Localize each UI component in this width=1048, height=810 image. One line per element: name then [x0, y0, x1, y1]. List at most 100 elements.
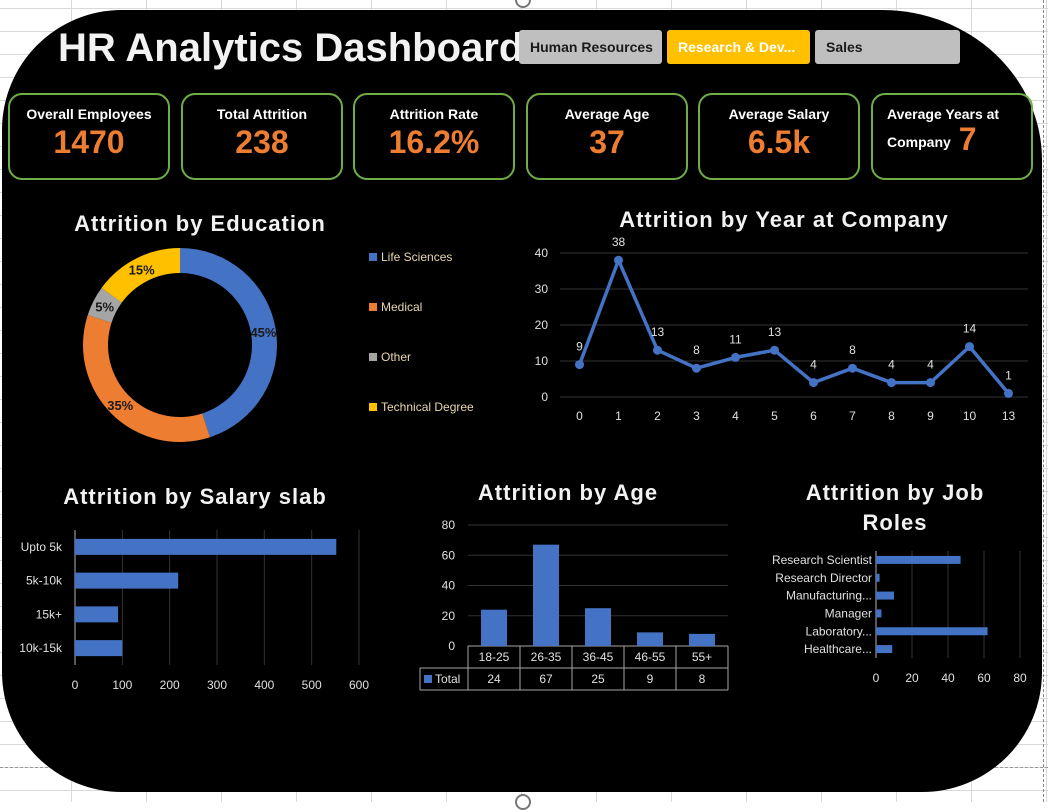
kpi-overall-employees: Overall Employees 1470: [8, 93, 170, 180]
kpi-value: 1470: [53, 124, 125, 160]
legend-item-technical-degree[interactable]: Technical Degree: [369, 400, 474, 414]
jobroles-chart-title: Attrition by Job Roles: [770, 478, 1020, 538]
legend-item-medical[interactable]: Medical: [369, 300, 422, 314]
legend-label: Life Sciences: [381, 250, 453, 264]
x-tick-label: 5: [771, 409, 778, 423]
table-series-name: Total: [435, 672, 460, 686]
x-tick-label: 0: [873, 671, 880, 685]
x-tick-label: 8: [888, 409, 895, 423]
donut-data-label: 5%: [95, 300, 114, 315]
x-tick-label: 9: [927, 409, 934, 423]
x-tick-label: 300: [207, 678, 227, 692]
jobroles-title-line1: Attrition by Job: [805, 480, 985, 505]
age-bar-chart: 0 20 40 60 80 Total 18-25 24 26-35 67 36-45 25 46-55…: [419, 518, 729, 691]
table-value: 25: [591, 672, 605, 686]
y-tick-label: 20: [442, 609, 456, 623]
data-label: 9: [576, 340, 583, 354]
x-tick-label: 20: [905, 671, 919, 685]
data-label: 1: [1005, 368, 1012, 382]
bar: [75, 640, 123, 657]
category-label: 46-55: [635, 650, 666, 664]
donut-data-label: 45%: [250, 325, 276, 340]
kpi-label: Overall Employees: [26, 106, 152, 122]
y-tick-label: 60: [442, 548, 456, 562]
bar: [481, 609, 507, 646]
category-label: Laboratory...: [806, 624, 872, 638]
bar: [75, 572, 179, 589]
category-label: Upto 5k: [21, 540, 63, 554]
data-label: 13: [768, 325, 782, 339]
table-value: 8: [699, 672, 706, 686]
kpi-label: Average Years at: [887, 106, 1000, 122]
x-tick-label: 80: [1013, 671, 1027, 685]
donut-data-label: 15%: [129, 263, 155, 278]
dashboard-title: HR Analytics Dashboard: [58, 26, 524, 70]
donut-data-label: 35%: [107, 398, 133, 413]
category-label: Manager: [825, 606, 872, 620]
category-label: Research Director: [775, 571, 872, 585]
bar: [876, 645, 893, 654]
x-tick-label: 2: [654, 409, 661, 423]
legend-swatch: [369, 403, 377, 411]
x-tick-label: 10: [963, 409, 977, 423]
bar: [75, 538, 337, 555]
bar: [585, 608, 611, 646]
x-tick-label: 4: [732, 409, 739, 423]
category-label: 18-25: [479, 650, 510, 664]
bar: [876, 609, 882, 618]
data-point: [731, 352, 740, 362]
legend-item-other[interactable]: Other: [369, 350, 411, 364]
x-tick-label: 6: [810, 409, 817, 423]
bar: [876, 591, 894, 600]
table-legend-swatch: [424, 675, 432, 683]
category-label: 10k-15k: [19, 641, 63, 655]
bar: [637, 632, 663, 646]
legend-label: Medical: [381, 300, 423, 314]
x-tick-label: 3: [693, 409, 700, 423]
selection-border: [1043, 0, 1044, 802]
data-label: 13: [651, 325, 665, 339]
bar: [75, 606, 119, 623]
jobroles-title-line2: Roles: [862, 510, 928, 535]
x-tick-label: 0: [576, 409, 583, 423]
legend-item-life-sciences[interactable]: Life Sciences: [369, 250, 452, 264]
resize-handle-bottom[interactable]: [515, 794, 531, 810]
years-line-chart: 0 10 20 30 40 9 0 38 1 13 2 8 3 11 4 13 5 4 6 8 7 4 8 4 9 14 10 1 13: [535, 235, 1028, 423]
x-tick-label: 100: [112, 678, 132, 692]
kpi-label: Total Attrition: [216, 106, 308, 122]
x-tick-label: 0: [72, 678, 79, 692]
bar: [876, 555, 961, 564]
table-value: 9: [647, 672, 654, 686]
x-tick-label: 13: [1002, 409, 1016, 423]
data-label: 8: [849, 343, 856, 357]
slicer-sales[interactable]: Sales: [815, 30, 960, 64]
kpi-value: 37: [589, 124, 625, 160]
bar: [876, 573, 880, 582]
y-tick-label: 0: [448, 639, 455, 653]
data-point: [575, 360, 584, 370]
x-tick-label: 400: [254, 678, 274, 692]
legend-swatch: [369, 253, 377, 261]
data-point: [887, 378, 896, 388]
data-point: [926, 378, 935, 388]
kpi-label: Attrition Rate: [389, 106, 479, 122]
series-line: [577, 258, 1010, 395]
bar: [533, 544, 559, 646]
y-tick-label: 20: [535, 318, 549, 332]
data-point: [614, 255, 623, 265]
kpi-average-salary: Average Salary 6.5k: [698, 93, 860, 180]
jobroles-bar-chart: 0 20 40 60 80 Research Scientist Research Dire…: [772, 551, 1027, 685]
kpi-label: Average Salary: [728, 106, 830, 122]
data-point: [770, 345, 779, 355]
kpi-attrition-rate: Attrition Rate 16.2%: [353, 93, 515, 180]
data-label: 11: [729, 332, 742, 346]
data-label: 4: [888, 358, 895, 372]
x-tick-label: 600: [349, 678, 369, 692]
x-tick-label: 1: [615, 409, 622, 423]
kpi-value: 16.2%: [388, 124, 480, 160]
category-label: 5k-10k: [26, 574, 63, 588]
legend-swatch: [369, 353, 377, 361]
data-label: 4: [810, 358, 817, 372]
slicer-research-development[interactable]: Research & Dev...: [667, 30, 810, 64]
slicer-human-resources[interactable]: Human Resources: [519, 30, 662, 64]
